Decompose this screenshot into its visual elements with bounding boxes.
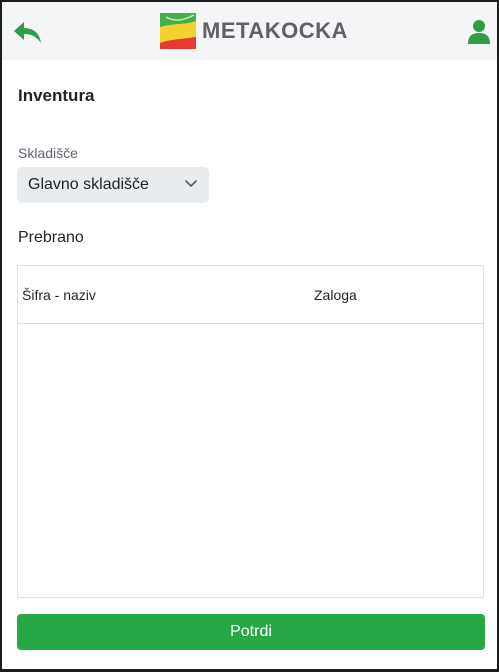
logo-text: METAKOCKA: [202, 18, 348, 43]
warehouse-label: Skladišče: [18, 145, 78, 161]
metakocka-logo: METAKOCKA: [160, 12, 348, 50]
page-title: Inventura: [18, 86, 95, 105]
app-window: METAKOCKA Inventura Skladišče Glavno skl…: [2, 2, 497, 669]
user-icon: [468, 20, 490, 44]
counted-label: Prebrano: [18, 229, 84, 246]
column-header-code-name: Šifra - naziv: [22, 287, 96, 303]
back-arrow-icon: [14, 22, 41, 43]
top-bar: METAKOCKA: [2, 2, 497, 60]
column-header-stock: Zaloga: [314, 287, 357, 303]
warehouse-select-value: Glavno skladišče: [28, 176, 149, 193]
back-button[interactable]: [12, 20, 44, 46]
counted-table: Šifra - naziv Zaloga: [17, 265, 484, 598]
table-header: Šifra - naziv Zaloga: [18, 266, 483, 324]
warehouse-select[interactable]: Glavno skladišče: [17, 167, 209, 203]
chevron-down-icon: [185, 180, 197, 187]
user-button[interactable]: [467, 19, 491, 45]
confirm-button[interactable]: Potrdi: [17, 614, 485, 650]
logo-mark-icon: [160, 13, 196, 49]
